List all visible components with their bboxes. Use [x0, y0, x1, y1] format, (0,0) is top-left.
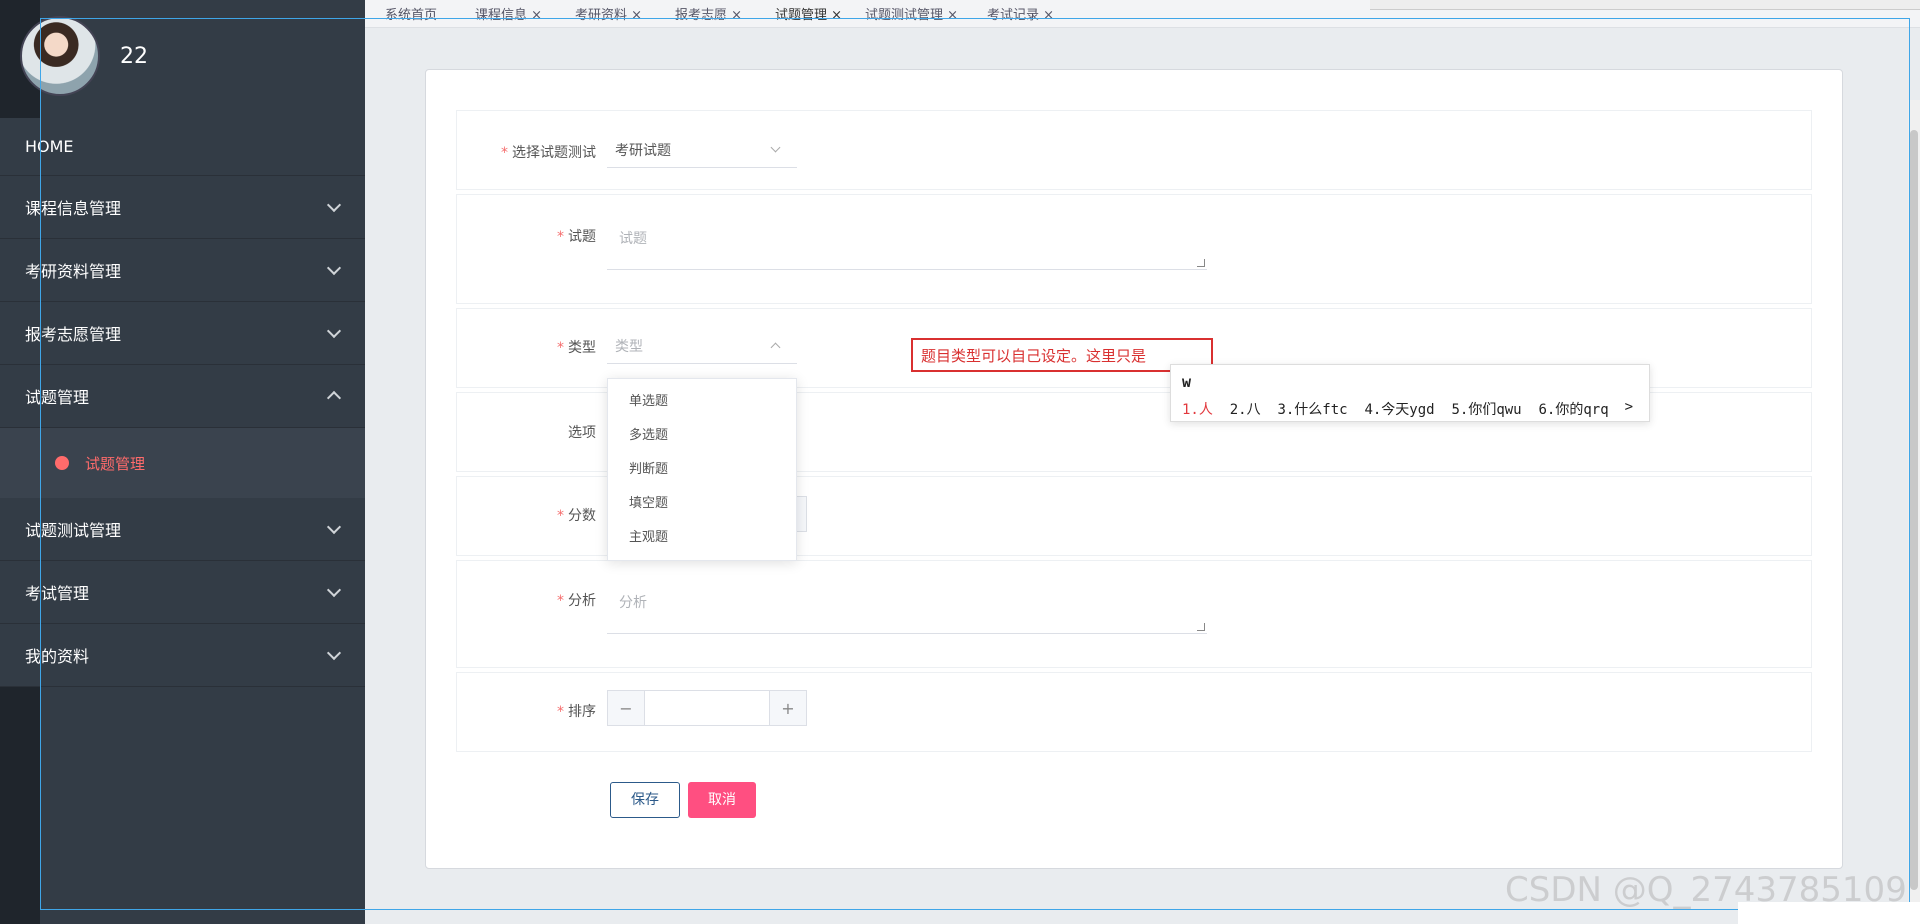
order-label: * 排序 [557, 704, 596, 720]
order-input[interactable] [644, 691, 770, 725]
sidebar-item-questions[interactable]: 试题管理 [0, 365, 365, 428]
ime-candidate[interactable]: 1.人 [1182, 402, 1213, 418]
cancel-button[interactable]: 取消 [688, 782, 756, 818]
sidebar-item-profile[interactable]: 我的资料 [0, 624, 365, 687]
ime-candidate[interactable]: 5.你们qwu [1451, 402, 1521, 418]
scrollbar-thumb[interactable] [1910, 130, 1918, 890]
ime-candidate[interactable]: 2.八 [1230, 402, 1261, 418]
plus-icon[interactable]: + [770, 691, 806, 725]
type-label: * 类型 [557, 340, 596, 356]
sidebar-item-label: 考研资料管理 [25, 262, 122, 281]
tab-home[interactable]: 系统首页 [385, 4, 437, 26]
ime-candidate-window: w 1.人 2.八 3.什么ftc 4.今天ygd 5.你们qwu 6.你的qr… [1170, 364, 1650, 422]
analysis-textarea[interactable]: 分析 [607, 582, 1207, 634]
ime-candidate[interactable]: 4.今天ygd [1364, 402, 1434, 418]
ime-candidate[interactable]: 6.你的qrq [1538, 402, 1608, 418]
sidebar-item-course[interactable]: 课程信息管理 [0, 176, 365, 239]
type-select[interactable]: 类型 [607, 328, 797, 364]
chevron-down-icon [326, 582, 342, 598]
avatar[interactable] [20, 16, 100, 96]
chevron-down-icon [326, 197, 342, 213]
sidebar-item-application[interactable]: 报考志愿管理 [0, 302, 365, 365]
tab-questions[interactable]: 试题管理 × [775, 4, 842, 26]
minus-icon[interactable]: − [608, 691, 644, 725]
dropdown-option[interactable]: 主观题 [608, 521, 796, 555]
sidebar-nav: HOME 课程信息管理 考研资料管理 报考志愿管理 试题管理 试题管理 试题测试… [0, 118, 365, 687]
dot-icon [55, 456, 69, 470]
test-select-value: 考研试题 [615, 143, 671, 159]
dropdown-option[interactable]: 判断题 [608, 453, 796, 487]
chevron-up-icon [770, 342, 781, 353]
analysis-label: * 分析 [557, 593, 596, 609]
chevron-down-icon [326, 519, 342, 535]
options-label: 选项 [568, 425, 596, 441]
tray-icons [1738, 902, 1920, 924]
sidebar-subitem-questions[interactable]: 试题管理 [0, 428, 365, 498]
dropdown-option[interactable]: 单选题 [608, 385, 796, 419]
tab-bar: 系统首页 课程信息 × 考研资料 × 报考志愿 × 试题管理 × 试题测试管理 … [365, 0, 1920, 28]
sidebar-item-home[interactable]: HOME [0, 118, 365, 176]
dropdown-option[interactable]: 多选题 [608, 419, 796, 453]
chevron-up-icon [326, 390, 342, 406]
scrollbar[interactable] [1908, 100, 1920, 910]
sidebar-subitem-label: 试题管理 [85, 454, 146, 473]
ime-candidates: 1.人 2.八 3.什么ftc 4.今天ygd 5.你们qwu 6.你的qrq [1182, 399, 1609, 419]
resize-handle-icon[interactable] [1197, 623, 1205, 631]
tab-application[interactable]: 报考志愿 × [675, 4, 742, 26]
tab-records[interactable]: 考试记录 × [987, 4, 1054, 26]
chevron-right-icon[interactable]: > [1625, 399, 1633, 415]
chevron-down-icon [770, 142, 781, 153]
sidebar-item-exam[interactable]: 考试管理 [0, 561, 365, 624]
ime-composition: w [1182, 373, 1192, 391]
toolbar-strip [1370, 0, 1920, 10]
chevron-down-icon [326, 323, 342, 339]
username: 22 [120, 43, 148, 69]
tab-test[interactable]: 试题测试管理 × [865, 4, 958, 26]
tab-course[interactable]: 课程信息 × [475, 4, 542, 26]
sidebar-item-label: 报考志愿管理 [25, 325, 122, 344]
test-select[interactable]: 考研试题 [607, 132, 797, 168]
sidebar-item-label: 我的资料 [25, 647, 90, 666]
save-button[interactable]: 保存 [610, 782, 680, 818]
sidebar: 22 HOME 课程信息管理 考研资料管理 报考志愿管理 试题管理 试题管理 试… [0, 0, 365, 924]
chevron-down-icon [326, 645, 342, 661]
chevron-down-icon [326, 260, 342, 276]
ime-candidate[interactable]: 3.什么ftc [1277, 402, 1347, 418]
type-select-placeholder: 类型 [615, 339, 643, 355]
question-label: * 试题 [557, 229, 596, 245]
type-dropdown: 单选题 多选题 判断题 填空题 主观题 [607, 378, 797, 561]
tab-materials[interactable]: 考研资料 × [575, 4, 642, 26]
sidebar-item-test[interactable]: 试题测试管理 [0, 498, 365, 561]
profile: 22 [20, 14, 148, 98]
question-textarea[interactable]: 试题 [607, 218, 1207, 270]
order-stepper[interactable]: − + [607, 690, 807, 726]
test-label: * 选择试题测试 [501, 145, 596, 161]
sidebar-item-label: HOME [25, 137, 74, 156]
sidebar-item-label: 试题测试管理 [25, 521, 122, 540]
sidebar-item-label: 考试管理 [25, 584, 90, 603]
resize-handle-icon[interactable] [1197, 259, 1205, 267]
sidebar-item-label: 试题管理 [25, 388, 90, 407]
annotation-textbox[interactable]: 题目类型可以自己设定。这里只是 [911, 338, 1213, 372]
sidebar-item-materials[interactable]: 考研资料管理 [0, 239, 365, 302]
sidebar-item-label: 课程信息管理 [25, 199, 122, 218]
dropdown-option[interactable]: 填空题 [608, 487, 796, 521]
score-label: * 分数 [557, 508, 596, 524]
